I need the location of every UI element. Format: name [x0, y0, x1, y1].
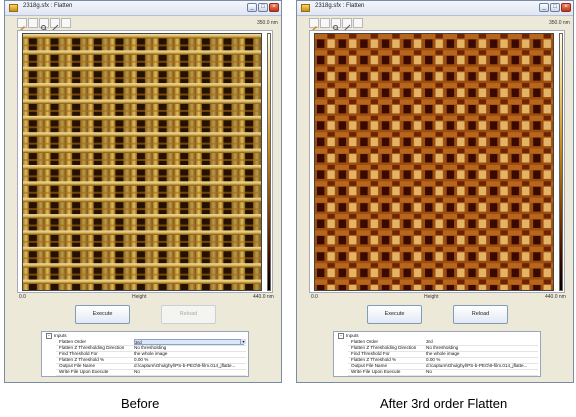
z-max-label: 350.0 nm	[257, 20, 278, 26]
close-button[interactable]: ×	[561, 3, 571, 12]
window-after: 2318g.sfx : Flatten _ □ × 350.0 nm 0.0 H…	[296, 0, 574, 383]
prop-key: Flatten Z Threshold %	[59, 357, 105, 362]
execute-button[interactable]: Execute	[367, 305, 422, 324]
prop-key: Write File Upon Execute	[351, 369, 401, 374]
measure-icon[interactable]	[342, 18, 352, 32]
zoom-icon[interactable]	[39, 18, 49, 32]
reload-button[interactable]: Reload	[453, 305, 508, 324]
prop-value[interactable]: the whole image	[134, 351, 244, 356]
caption-before: Before	[121, 396, 160, 411]
zoom-icon[interactable]	[331, 18, 341, 32]
prop-value[interactable]: 0.00 %	[426, 357, 536, 362]
prop-key: Output File Name	[59, 363, 95, 368]
prop-value[interactable]: d:\capture\Ghulghyl\PS-b-PEO\9-film.014_…	[426, 363, 536, 368]
color-scale-bar	[267, 33, 271, 291]
group-label: Inputs	[346, 333, 359, 339]
prop-key: Flatten Z Thresholding Direction	[351, 345, 417, 350]
prop-key: Output File Name	[351, 363, 387, 368]
select-icon[interactable]	[320, 18, 330, 28]
color-scale-bar	[559, 33, 563, 291]
prop-value[interactable]: No	[134, 369, 244, 374]
window-title: 2318g.sfx : Flatten	[315, 3, 365, 9]
window-title: 2318g.sfx : Flatten	[23, 3, 73, 9]
x-axis-max: 440.0 nm	[545, 294, 566, 300]
prop-row[interactable]: Write File Upon Execute No	[56, 369, 246, 376]
minimize-button[interactable]: _	[247, 3, 257, 12]
execute-button[interactable]: Execute	[75, 305, 130, 324]
app-icon	[9, 4, 18, 12]
x-axis-min: 0.0	[311, 294, 318, 300]
collapse-icon[interactable]: −	[46, 333, 52, 339]
reload-button[interactable]: Reload	[161, 305, 216, 324]
chevron-down-icon[interactable]: ▾	[240, 339, 246, 344]
prop-key: Find Threshold For	[351, 351, 390, 356]
prop-value[interactable]: No thresholding	[426, 345, 536, 350]
caption-after: After 3rd order Flatten	[380, 396, 508, 411]
prop-value[interactable]: d:\capture\Ghulghyl\PS-b-PEO\9-film.014_…	[134, 363, 244, 368]
select-icon[interactable]	[28, 18, 38, 28]
title-bar[interactable]: 2318g.sfx : Flatten _ □ ×	[5, 1, 281, 16]
image-panel	[309, 30, 565, 293]
property-grid: − Inputs Flatten Order 3rd ▾ Flatten Z Thre…	[41, 331, 249, 377]
maximize-button[interactable]: □	[258, 3, 268, 12]
close-button[interactable]: ×	[269, 3, 279, 12]
prop-key: Flatten Order	[351, 339, 379, 344]
prop-key: Write File Upon Execute	[59, 369, 109, 374]
maximize-button[interactable]: □	[550, 3, 560, 12]
image-panel	[17, 30, 273, 293]
prop-key: Flatten Z Thresholding Direction	[59, 345, 125, 350]
prop-key: Flatten Z Threshold %	[351, 357, 397, 362]
z-max-label: 350.0 nm	[549, 20, 570, 26]
property-grid: − Inputs Flatten Order 3rd Flatten Z Thres…	[333, 331, 541, 377]
prop-value[interactable]: 0.00 %	[134, 357, 244, 362]
collapse-icon[interactable]: −	[338, 333, 344, 339]
prop-value[interactable]: No	[426, 369, 536, 374]
grid-icon[interactable]	[353, 18, 363, 28]
app-icon	[301, 4, 310, 12]
prop-key: Flatten Order	[59, 339, 87, 344]
afm-image-after[interactable]	[314, 33, 554, 291]
x-axis-min: 0.0	[19, 294, 26, 300]
measure-icon[interactable]	[50, 18, 60, 32]
window-before: 2318g.sfx : Flatten _ □ × 350.0 nm 0.0 H…	[4, 0, 282, 383]
x-axis-label: Height	[132, 294, 147, 300]
group-label: Inputs	[54, 333, 67, 339]
pencil-icon[interactable]	[309, 18, 319, 32]
x-axis-label: Height	[424, 294, 439, 300]
prop-row[interactable]: Write File Upon Execute No	[348, 369, 538, 376]
pencil-icon[interactable]	[17, 18, 27, 32]
minimize-button[interactable]: _	[539, 3, 549, 12]
afm-image-before[interactable]	[22, 33, 262, 291]
prop-key: Find Threshold For	[59, 351, 98, 356]
grid-icon[interactable]	[61, 18, 71, 28]
title-bar[interactable]: 2318g.sfx : Flatten _ □ ×	[297, 1, 573, 16]
prop-value[interactable]: 3rd	[426, 339, 536, 344]
prop-value[interactable]: No thresholding	[134, 345, 244, 350]
x-axis-max: 440.0 nm	[253, 294, 274, 300]
prop-value[interactable]: the whole image	[426, 351, 536, 356]
